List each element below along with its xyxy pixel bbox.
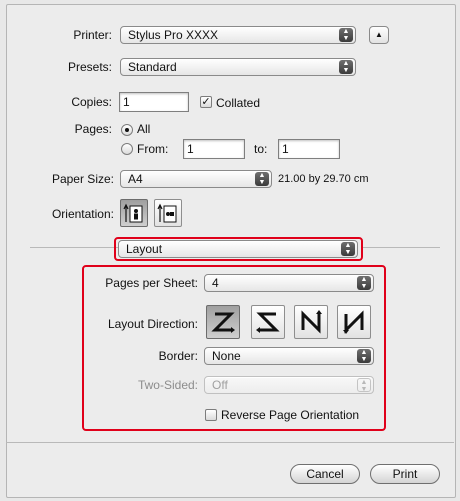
popup-arrows-icon: ▲ ▼ — [357, 349, 371, 363]
pages-per-sheet-popup[interactable]: 4 ▲ ▼ — [204, 274, 374, 292]
landscape-person-icon — [157, 203, 177, 223]
pages-to-field[interactable]: 1 — [278, 139, 340, 159]
cancel-button[interactable]: Cancel — [290, 464, 360, 484]
orientation-label: Orientation: — [51, 207, 114, 221]
paper-size-value: A4 — [128, 172, 143, 186]
paper-size-popup[interactable]: A4 ▲ ▼ — [120, 170, 272, 188]
printer-popup[interactable]: Stylus Pro XXXX ▲ ▼ — [120, 26, 356, 44]
layout-reverse-n-icon — [343, 310, 364, 334]
layout-direction-reverse-n-button[interactable] — [337, 305, 371, 339]
landscape-orientation-button[interactable] — [154, 199, 182, 227]
printer-label: Printer: — [73, 28, 112, 42]
pages-label: Pages: — [74, 122, 112, 136]
layout-direction-label: Layout Direction: — [107, 317, 198, 331]
print-button[interactable]: Print — [370, 464, 440, 484]
pages-from-field[interactable]: 1 — [183, 139, 245, 159]
layout-direction-s-button[interactable] — [251, 305, 285, 339]
border-value: None — [212, 349, 241, 363]
copies-field[interactable]: 1 — [119, 92, 189, 112]
printer-value: Stylus Pro XXXX — [128, 28, 219, 42]
layout-direction-n-button[interactable] — [294, 305, 328, 339]
portrait-orientation-button[interactable] — [120, 199, 148, 227]
pages-per-sheet-value: 4 — [212, 276, 219, 290]
panel-popup[interactable]: Layout ▲ ▼ — [118, 240, 358, 258]
two-sided-label: Two-Sided: — [137, 378, 198, 392]
panel-value: Layout — [126, 242, 163, 256]
portrait-person-icon — [123, 203, 143, 223]
pages-all-radio[interactable] — [121, 124, 133, 136]
two-sided-value: Off — [212, 378, 228, 392]
border-popup[interactable]: None ▲ ▼ — [204, 347, 374, 365]
paper-size-label: Paper Size: — [51, 172, 114, 186]
reverse-page-orientation-label: Reverse Page Orientation — [221, 408, 360, 422]
reverse-page-orientation-checkbox[interactable] — [205, 409, 217, 421]
copies-label: Copies: — [71, 95, 112, 109]
border-label: Border: — [158, 349, 198, 363]
separator — [6, 442, 454, 443]
popup-arrows-icon: ▲ ▼ — [339, 60, 353, 74]
layout-n-icon — [301, 310, 322, 334]
presets-value: Standard — [128, 60, 177, 74]
two-sided-popup[interactable]: Off ▲ ▼ — [204, 376, 374, 394]
popup-arrows-icon: ▲ ▼ — [357, 378, 371, 393]
presets-popup[interactable]: Standard ▲ ▼ — [120, 58, 356, 76]
popup-arrows-icon: ▲ ▼ — [255, 172, 269, 186]
paper-dimensions: 21.00 by 29.70 cm — [278, 173, 369, 185]
pages-to-label: to: — [254, 142, 268, 156]
layout-reverse-z-icon — [256, 312, 280, 333]
pages-from-label: From: — [137, 142, 169, 156]
collated-label: Collated — [216, 96, 261, 110]
separator — [362, 247, 440, 248]
separator — [30, 247, 120, 248]
collated-checkbox[interactable]: ✓ — [200, 96, 212, 108]
pages-from-radio[interactable] — [121, 143, 133, 155]
layout-direction-z-button[interactable] — [206, 305, 240, 339]
presets-label: Presets: — [67, 60, 112, 74]
pages-all-label: All — [137, 122, 151, 136]
popup-arrows-icon: ▲ ▼ — [341, 242, 355, 256]
pages-per-sheet-label: Pages per Sheet: — [105, 276, 198, 290]
layout-z-icon — [211, 312, 235, 333]
popup-arrows-icon: ▲ ▼ — [339, 28, 353, 42]
disclosure-triangle-button[interactable]: ▲ — [369, 26, 389, 44]
popup-arrows-icon: ▲ ▼ — [357, 276, 371, 290]
